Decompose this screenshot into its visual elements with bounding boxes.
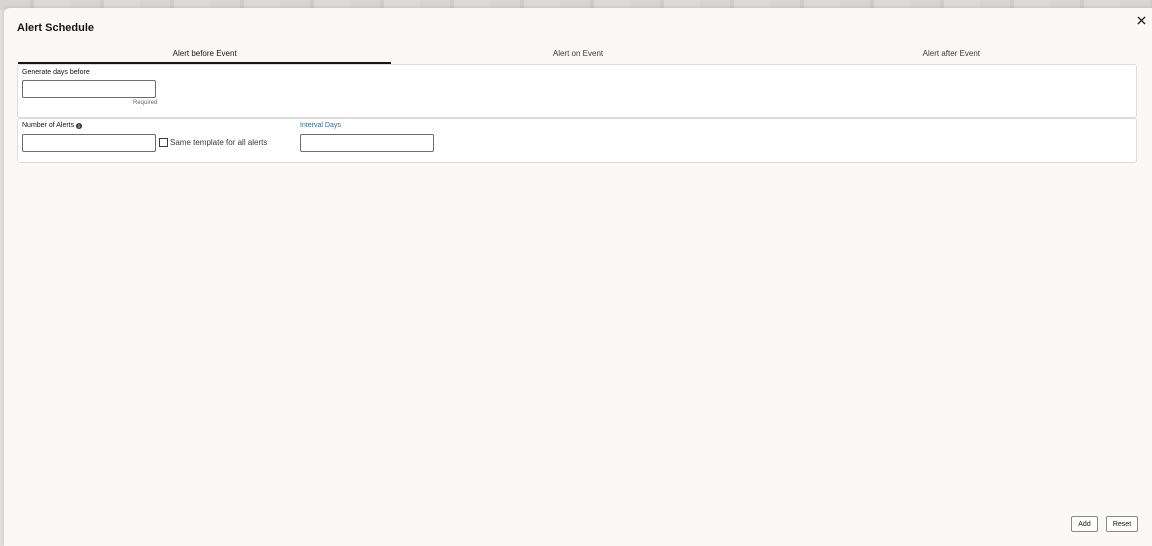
tab-alert-after-event[interactable]: Alert after Event <box>765 46 1138 64</box>
dialog-title: Alert Schedule <box>17 22 95 34</box>
alert-schedule-dialog: Alert Schedule Alert before Event Alert … <box>4 8 1152 546</box>
number-of-alerts-label: Number of Alerts <box>22 122 75 129</box>
close-icon <box>1136 15 1146 25</box>
number-of-alerts-input[interactable] <box>22 134 156 152</box>
same-template-label: Same template for all alerts <box>170 138 268 147</box>
tab-alert-on-event[interactable]: Alert on Event <box>391 46 764 64</box>
alerts-panel: Number of Alerts Same template for all a… <box>17 118 1137 163</box>
info-icon[interactable] <box>76 123 82 129</box>
generate-days-before-label: Generate days before <box>22 69 90 76</box>
generate-days-before-input[interactable] <box>22 80 156 98</box>
same-template-checkbox[interactable] <box>159 138 168 147</box>
required-helper-text: Required <box>133 100 158 106</box>
reset-button[interactable]: Reset <box>1106 516 1138 532</box>
close-button[interactable] <box>1134 13 1148 27</box>
tab-bar: Alert before Event Alert on Event Alert … <box>18 46 1138 64</box>
add-button[interactable]: Add <box>1071 516 1098 532</box>
interval-days-input[interactable] <box>300 134 434 152</box>
interval-days-label: Interval Days <box>300 122 341 129</box>
tab-alert-before-event[interactable]: Alert before Event <box>18 46 392 64</box>
generate-days-panel: Generate days before Required <box>17 64 1137 118</box>
